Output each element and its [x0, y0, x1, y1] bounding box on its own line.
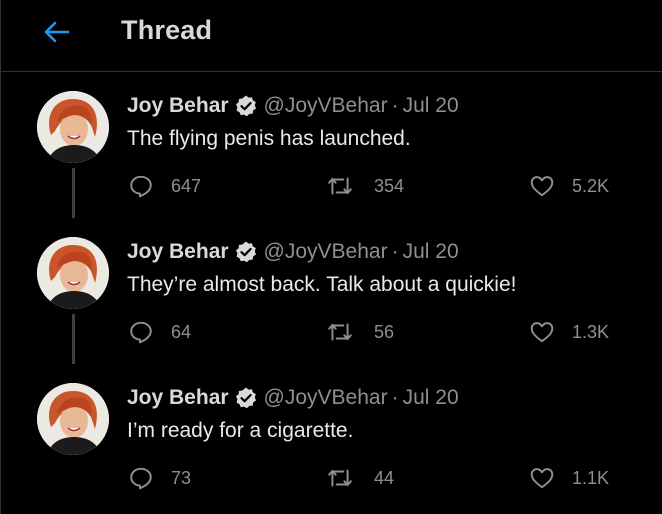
like-count: 1.1K [572, 467, 610, 488]
verified-badge-icon [235, 241, 256, 263]
meta-separator: · [391, 386, 399, 409]
tweet[interactable]: Joy Behar @JoyVBehar · Jul 20 I’m ready … [1, 364, 662, 510]
author-name[interactable]: Joy Behar [127, 386, 229, 410]
thread-connector [72, 168, 75, 218]
tweet-meta: Joy Behar @JoyVBehar · Jul 20 [127, 240, 459, 264]
meta-separator: · [391, 240, 399, 263]
page-title: Thread [121, 15, 213, 45]
tweet[interactable]: Joy Behar @JoyVBehar · Jul 20 The flying… [1, 72, 662, 218]
heart-icon [530, 176, 554, 197]
reply-button[interactable]: 647 [128, 173, 201, 199]
tweet-date[interactable]: Jul 20 [403, 240, 459, 264]
meta-separator: · [391, 94, 399, 117]
verified-badge-icon [235, 387, 256, 409]
tweet[interactable]: Joy Behar @JoyVBehar · Jul 20 They’re al… [1, 218, 662, 364]
reply-count: 73 [171, 467, 192, 488]
heart-icon [530, 468, 554, 489]
author-name[interactable]: Joy Behar [127, 94, 229, 118]
retweet-button[interactable]: 56 [327, 319, 394, 345]
reply-icon [130, 321, 152, 344]
like-count: 5.2K [572, 175, 610, 196]
retweet-button[interactable]: 354 [327, 173, 404, 199]
retweet-count: 56 [374, 321, 395, 342]
tweet-text: They’re almost back. Talk about a quicki… [127, 273, 517, 296]
like-button[interactable]: 1.3K [529, 319, 609, 345]
thread-header: Thread [1, 0, 662, 72]
author-name[interactable]: Joy Behar [127, 240, 229, 264]
like-button[interactable]: 5.2K [529, 173, 609, 199]
author-handle[interactable]: @JoyVBehar [264, 386, 388, 410]
retweet-icon [328, 177, 352, 195]
avatar[interactable] [37, 237, 109, 309]
tweet-text: The flying penis has launched. [127, 127, 411, 150]
retweet-count: 354 [374, 175, 405, 196]
avatar[interactable] [37, 91, 109, 163]
tweet-meta: Joy Behar @JoyVBehar · Jul 20 [127, 94, 459, 118]
back-button[interactable] [35, 14, 79, 50]
reply-count: 647 [171, 175, 202, 196]
tweet-date[interactable]: Jul 20 [403, 386, 459, 410]
reply-icon [130, 467, 152, 490]
like-button[interactable]: 1.1K [529, 465, 609, 491]
retweet-icon [328, 323, 352, 341]
verified-badge-icon [235, 95, 256, 117]
reply-icon [130, 175, 152, 198]
thread-connector [72, 314, 75, 364]
retweet-button[interactable]: 44 [327, 465, 394, 491]
tweet-text: I’m ready for a cigarette. [127, 419, 354, 442]
tweet-meta: Joy Behar @JoyVBehar · Jul 20 [127, 386, 459, 410]
retweet-icon [328, 469, 352, 487]
thread-view: Thread Joy Behar @JoyVBehar · Jul 20 The… [0, 0, 662, 514]
tweet-date[interactable]: Jul 20 [403, 94, 459, 118]
reply-button[interactable]: 64 [128, 319, 191, 345]
heart-icon [530, 322, 554, 343]
like-count: 1.3K [572, 321, 610, 342]
reply-count: 64 [171, 321, 192, 342]
arrow-left-icon [44, 21, 70, 43]
reply-button[interactable]: 73 [128, 465, 191, 491]
author-handle[interactable]: @JoyVBehar [264, 240, 388, 264]
avatar[interactable] [37, 383, 109, 455]
retweet-count: 44 [374, 467, 395, 488]
author-handle[interactable]: @JoyVBehar [264, 94, 388, 118]
